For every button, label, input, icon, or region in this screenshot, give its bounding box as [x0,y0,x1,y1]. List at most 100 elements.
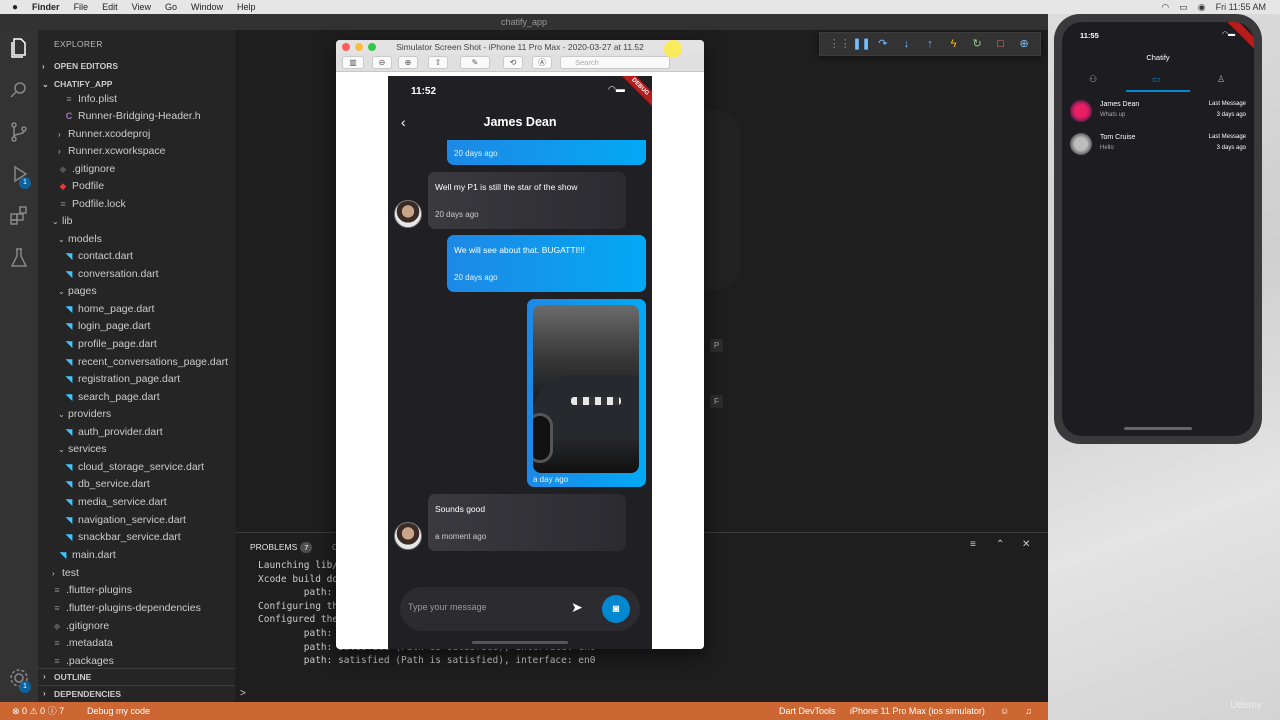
tree-item-providers[interactable]: ⌄ providers [58,406,111,423]
tree-item-recent-conversations-page[interactable]: ◥ recent_conversations_page.dart [64,354,228,371]
files-icon[interactable] [7,36,31,60]
tree-item-lib[interactable]: ⌄ lib [52,213,73,230]
dependencies-section[interactable]: › DEPENDENCIES [38,685,235,702]
home-indicator [1124,427,1192,430]
menu-file[interactable]: File [74,2,89,12]
tree-item-snackbar-service[interactable]: ◥ snackbar_service.dart [64,529,181,546]
editor-side-letter-f: F [710,395,723,408]
close-window-button[interactable] [342,43,350,51]
zoom-window-button[interactable] [368,43,376,51]
minimize-window-button[interactable] [355,43,363,51]
drag-handle-icon[interactable]: ⋮⋮ [829,37,851,51]
tree-item-flutter-plugins-dependencies[interactable]: ≡ .flutter-plugins-dependencies [52,600,200,617]
open-editors-section[interactable]: › OPEN EDITORS [38,58,235,75]
tree-item-navigation-service[interactable]: ◥ navigation_service.dart [64,512,186,529]
battery-icon[interactable]: ▭ [1179,2,1188,13]
camera-button[interactable]: ◙ [602,595,630,623]
step-out-icon[interactable]: ↑ [923,37,937,51]
tree-item-media-service[interactable]: ◥ media_service.dart [64,494,167,511]
preview-toolbar: ▥ ⊖ ⊕ ⇧ ✎ ⟲ Ⓐ Search [336,54,704,72]
tree-item-db-service[interactable]: ◥ db_service.dart [64,476,150,493]
list-icon[interactable]: ≡ [970,539,976,550]
tree-item-conversation-dart[interactable]: ◥ conversation.dart [64,266,159,283]
feedback-icon[interactable]: ☺ [1000,702,1009,720]
source-control-icon[interactable] [7,120,31,144]
contacts-tab-icon[interactable]: ⚇ [1089,74,1097,85]
dart-devtools-button[interactable]: Dart DevTools [779,702,836,720]
outline-section[interactable]: › OUTLINE [38,668,235,685]
restart-icon[interactable]: ↻ [970,37,984,51]
conversation-row[interactable]: Tom Cruise Hello Last Message 3 days ago [1062,130,1254,160]
tree-item-profile-page[interactable]: ◥ profile_page.dart [64,336,157,353]
chevron-right-icon: › [58,130,61,139]
tree-item-registration-page[interactable]: ◥ registration_page.dart [64,371,181,388]
menu-help[interactable]: Help [237,2,256,12]
hot-reload-icon[interactable]: ϟ [947,37,961,51]
tree-item-pages[interactable]: ⌄ pages [58,283,97,300]
chevron-up-icon[interactable]: ⌃ [996,539,1004,550]
debug-config-label[interactable]: Debug my code [87,702,150,720]
message-input[interactable]: Type your message [408,602,487,612]
menu-window[interactable]: Window [191,2,223,12]
tree-item-test[interactable]: › test [52,565,79,582]
menu-finder[interactable]: Finder [32,2,60,12]
tree-item-auth-provider[interactable]: ◥ auth_provider.dart [64,424,163,441]
search-icon[interactable] [7,78,31,102]
menu-edit[interactable]: Edit [102,2,118,12]
tree-item-xcworkspace[interactable]: › Runner.xcworkspace [58,143,165,160]
menu-go[interactable]: Go [165,2,177,12]
tab-problems[interactable]: PROBLEMS 7 [250,542,313,553]
wifi-icon[interactable]: ◠ [1161,2,1169,13]
zoom-in-icon[interactable]: ⊕ [398,56,418,69]
markup-pen-icon[interactable]: ✎ [460,56,490,69]
tree-item-services[interactable]: ⌄ services [58,441,107,458]
share-icon[interactable]: ⇧ [428,56,448,69]
bell-icon[interactable]: ♫ [1025,702,1032,720]
tree-item-search-page[interactable]: ◥ search_page.dart [64,389,160,406]
tree-item-login-page[interactable]: ◥ login_page.dart [64,318,151,335]
sidebar-toggle-icon[interactable]: ▥ [342,56,364,69]
testing-flask-icon[interactable] [7,246,31,270]
tree-item-podfile[interactable]: ◆ Podfile [58,178,105,195]
conversation-title: James Dean [483,115,557,129]
problems-status[interactable]: ⊗ 0 ⚠ 0 ⓘ 7 [12,702,64,720]
zoom-out-icon[interactable]: ⊖ [372,56,392,69]
chat-tab-icon[interactable]: ▭ [1152,74,1161,85]
dart-file-icon: ◥ [65,479,73,489]
tree-item-flutter-plugins[interactable]: ≡ .flutter-plugins [52,582,132,599]
close-icon[interactable]: ✕ [1022,539,1030,550]
send-icon[interactable]: ➤ [571,599,583,616]
message-time: a moment ago [435,532,487,541]
tree-item-xcodeproj[interactable]: › Runner.xcodeproj [58,126,150,143]
tree-item-cloud-storage-service[interactable]: ◥ cloud_storage_service.dart [64,459,205,476]
stop-icon[interactable]: □ [994,37,1008,51]
debug-console-prompt[interactable]: > [235,686,1048,702]
tree-item-home-page[interactable]: ◥ home_page.dart [64,301,155,318]
profile-tab-icon[interactable]: ♙ [1217,74,1225,85]
tree-item-bridging-header[interactable]: C Runner-Bridging-Header.h [64,108,201,125]
conversation-row[interactable]: James Dean Whats up Last Message 3 days … [1062,97,1254,127]
annotate-icon[interactable]: Ⓐ [532,56,552,69]
tree-item-main-dart[interactable]: ◥ main.dart [58,547,116,564]
step-into-icon[interactable]: ↓ [899,37,913,51]
tree-item-metadata[interactable]: ≡ .metadata [52,635,112,652]
tree-item-models[interactable]: ⌄ models [58,231,102,248]
tree-item-gitignore[interactable]: ◆ .gitignore [58,161,116,178]
apple-icon[interactable]: ● [12,2,18,13]
message-bubble-incoming: Well my P1 is still the star of the show… [428,172,626,229]
inspect-widget-icon[interactable]: ⊕ [1017,37,1031,51]
car-photo[interactable] [533,305,639,473]
extensions-icon[interactable] [7,204,31,228]
menubar-clock[interactable]: Fri 11:55 AM [1216,2,1266,12]
tree-item-podfile-lock[interactable]: ≡ Podfile.lock [58,196,125,213]
device-selector[interactable]: iPhone 11 Pro Max (ios simulator) [850,702,985,720]
tree-item-info-plist[interactable]: ≡ Info.plist [64,91,117,108]
menu-view[interactable]: View [132,2,151,12]
tree-item-contact-dart[interactable]: ◥ contact.dart [64,248,133,265]
tree-item-gitignore-root[interactable]: ◆ .gitignore [52,618,110,635]
pause-icon[interactable]: ❚❚ [852,37,870,51]
step-over-icon[interactable]: ↷ [876,37,890,51]
user-icon[interactable]: ◉ [1198,2,1206,13]
rotate-icon[interactable]: ⟲ [503,56,523,69]
search-input[interactable]: Search [560,56,670,69]
